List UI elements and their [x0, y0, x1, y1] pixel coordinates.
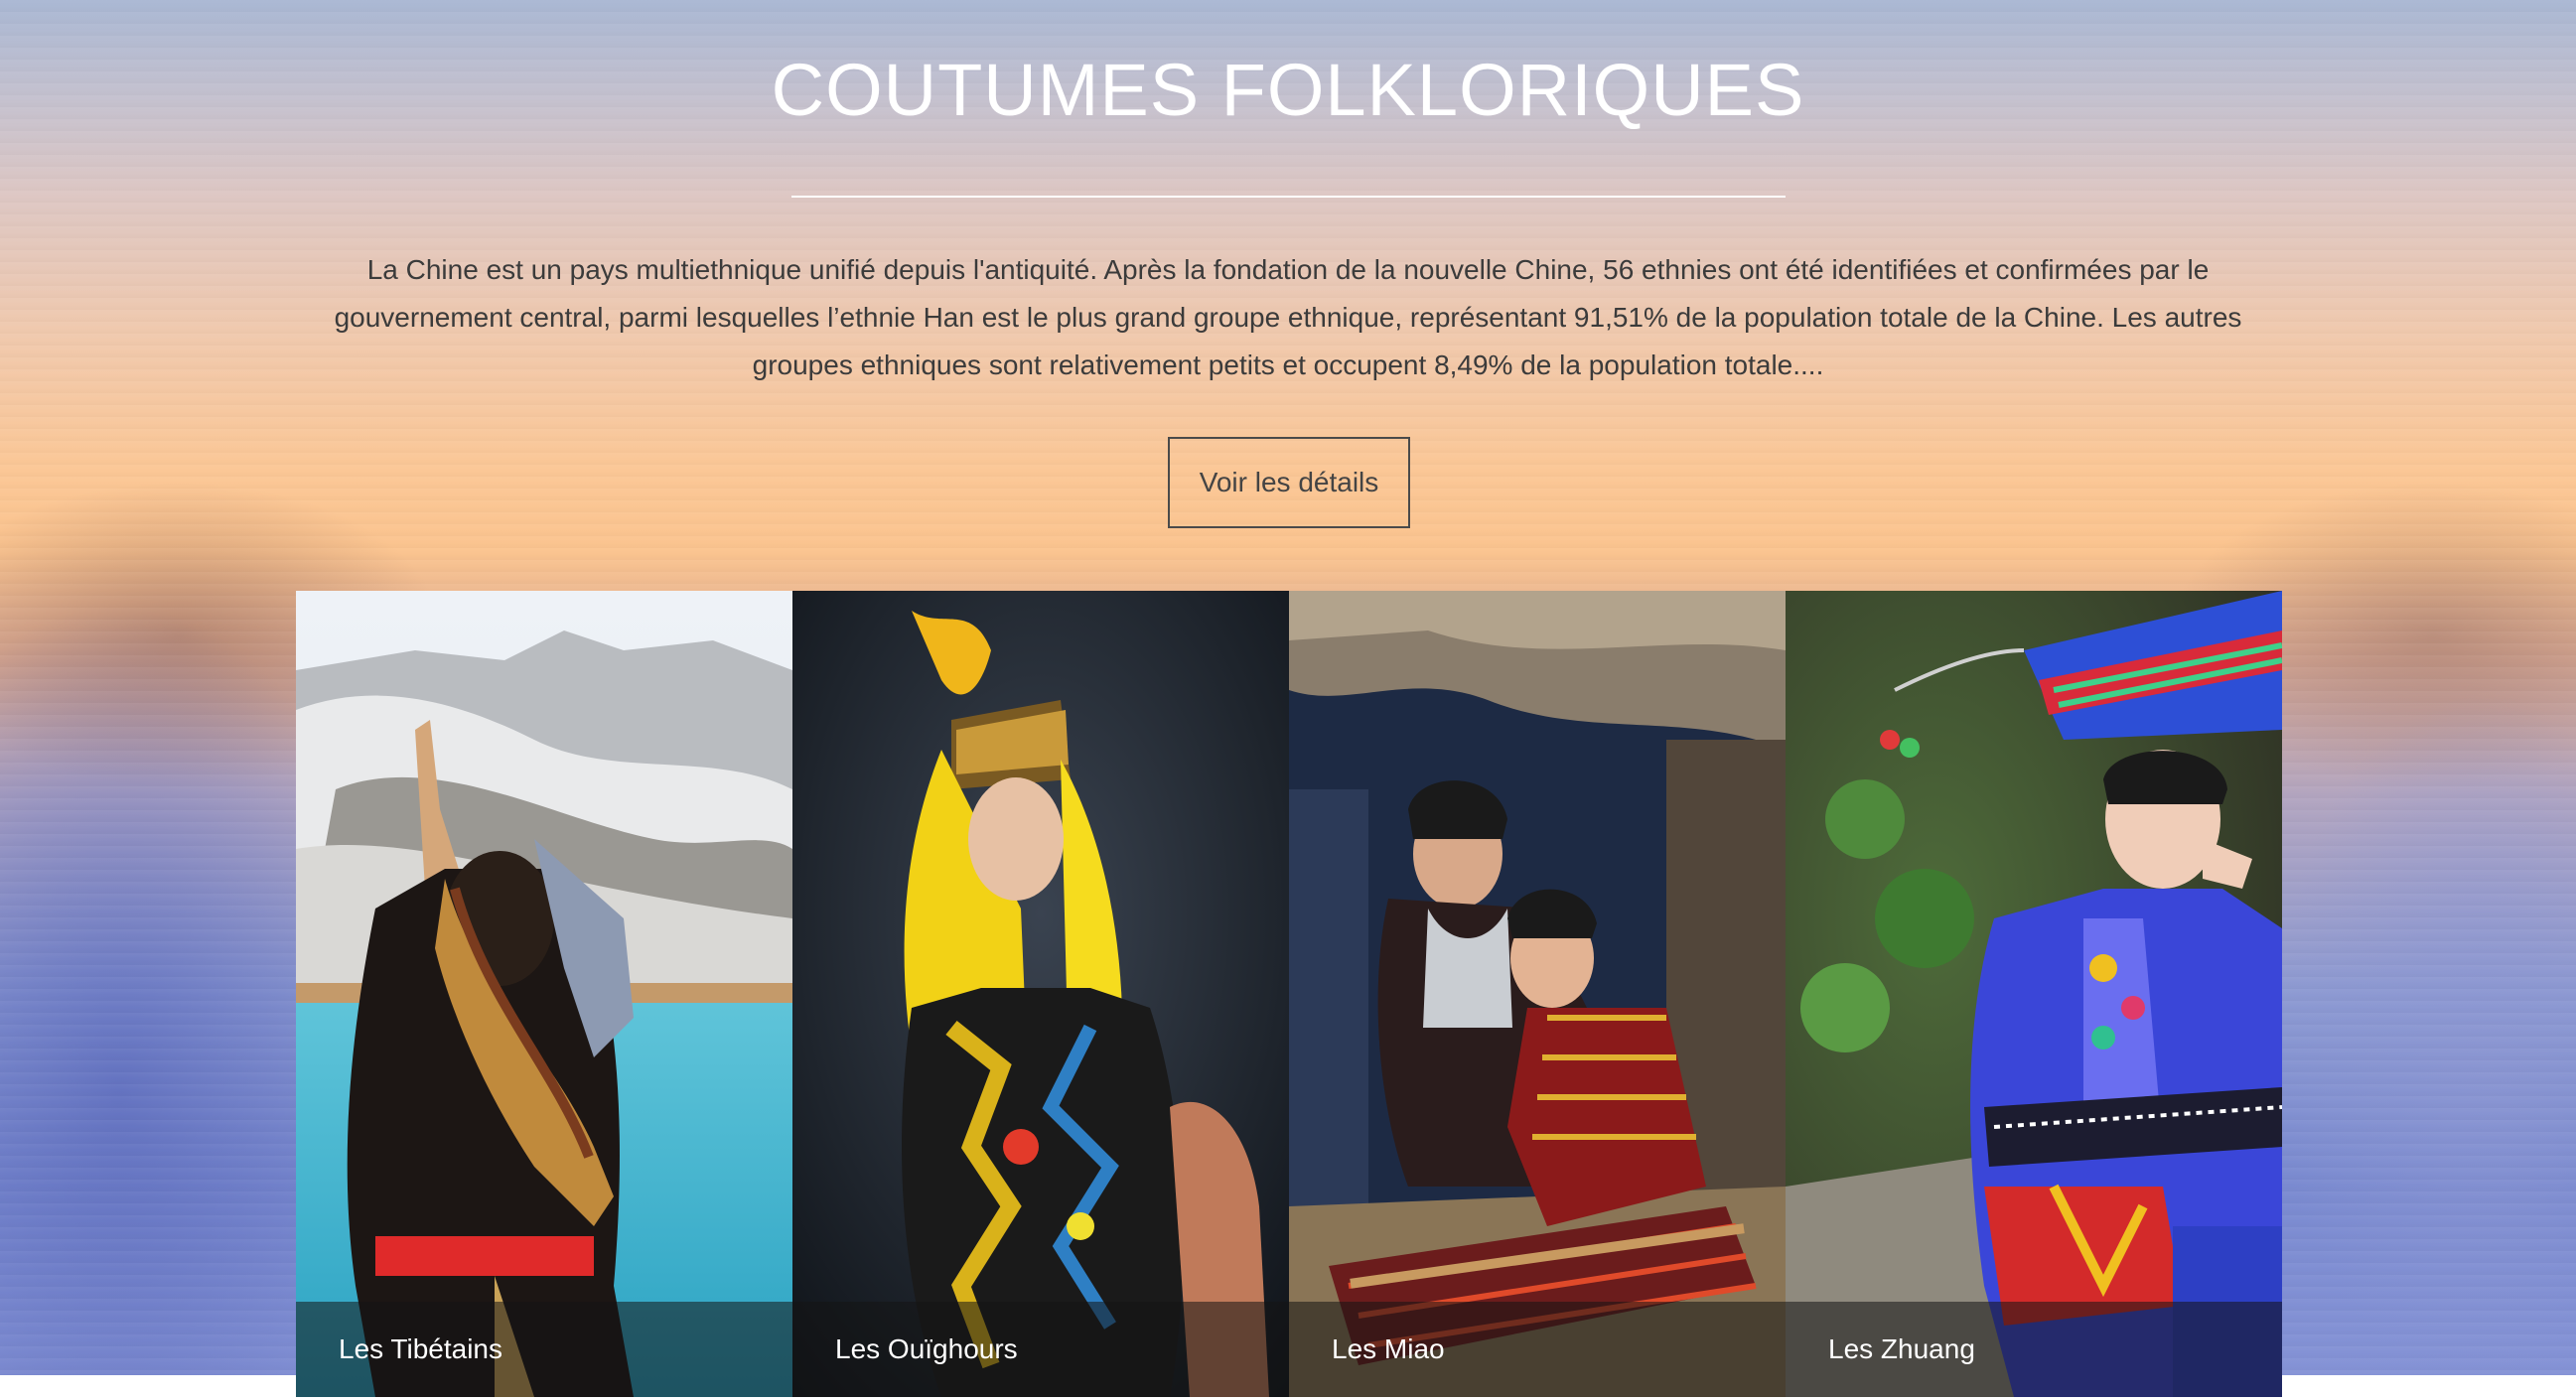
ethnic-groups-gallery: Les Tibétains Les Ouïghours Les Miao Les…: [296, 591, 2282, 1397]
gallery-card-uyghurs[interactable]: Les Ouïghours: [792, 591, 1289, 1397]
gallery-caption-uyghurs: Les Ouïghours: [792, 1302, 1289, 1397]
gallery-caption-zhuang: Les Zhuang: [1786, 1302, 2282, 1397]
gallery-card-tibetans[interactable]: Les Tibétains: [296, 591, 792, 1397]
uyghurs-photo: [792, 591, 1289, 1397]
view-details-button[interactable]: Voir les détails: [1168, 437, 1410, 528]
miao-photo: [1289, 591, 1786, 1397]
section-title: COUTUMES FOLKLORIQUES: [771, 49, 1805, 131]
gallery-caption-miao: Les Miao: [1289, 1302, 1786, 1397]
title-divider: [791, 196, 1786, 198]
gallery-card-zhuang[interactable]: Les Zhuang: [1786, 591, 2282, 1397]
zhuang-photo: [1786, 591, 2282, 1397]
tibetans-photo: [296, 591, 792, 1397]
gallery-caption-tibetans: Les Tibétains: [296, 1302, 792, 1397]
gallery-card-miao[interactable]: Les Miao: [1289, 591, 1786, 1397]
intro-paragraph: La Chine est un pays multiethnique unifi…: [334, 254, 2242, 380]
